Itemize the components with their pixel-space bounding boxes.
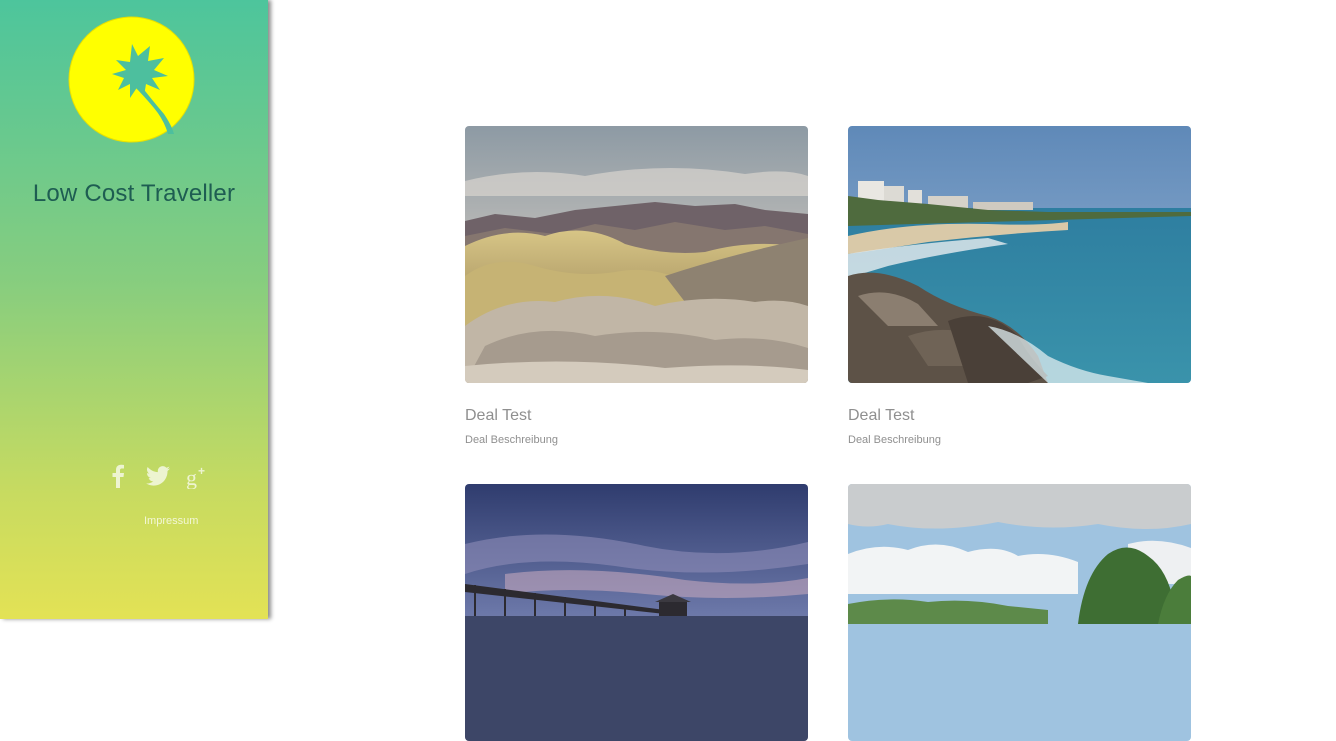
impressum-link[interactable]: Impressum <box>144 515 198 527</box>
social-links: g + <box>104 462 212 490</box>
svg-text:g: g <box>186 465 197 489</box>
deals-grid: Deal Test Deal Beschreibung Deal Test De… <box>268 0 1336 741</box>
deal-card[interactable]: Deal Test Deal Beschreibung <box>848 126 1191 446</box>
google-plus-icon[interactable]: g + <box>184 462 212 490</box>
desert-badlands-photo[interactable] <box>465 126 808 383</box>
deal-title[interactable]: Deal Test <box>465 407 808 425</box>
site-title[interactable]: Low Cost Traveller <box>0 180 268 208</box>
beach-coast-photo[interactable] <box>848 126 1191 383</box>
deal-description: Deal Beschreibung <box>465 434 558 446</box>
deal-card[interactable]: Deal Test Deal Beschreibung <box>465 126 808 446</box>
svg-text:+: + <box>198 464 205 478</box>
sidebar: Low Cost Traveller g + Impressum <box>0 0 268 619</box>
twitter-icon[interactable] <box>144 462 172 490</box>
facebook-icon[interactable] <box>104 462 132 490</box>
palm-tree-logo-icon[interactable] <box>68 16 195 143</box>
deal-card[interactable] <box>848 484 1191 741</box>
deal-description: Deal Beschreibung <box>848 434 941 446</box>
pier-sunset-photo[interactable] <box>465 484 808 741</box>
trees-sky-photo[interactable] <box>848 484 1191 741</box>
deal-card[interactable] <box>465 484 808 741</box>
deal-title[interactable]: Deal Test <box>848 407 1191 425</box>
